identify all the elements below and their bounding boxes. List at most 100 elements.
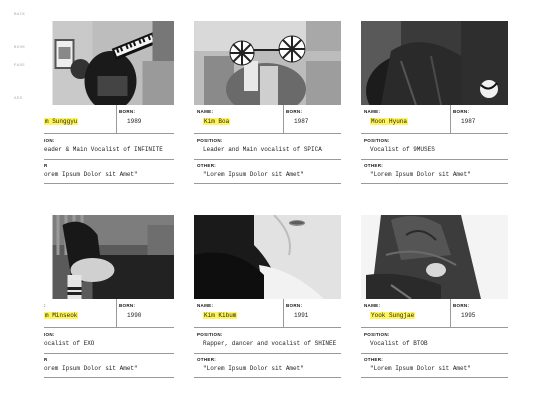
column-divider (116, 299, 117, 327)
born-label: BORN: (453, 109, 470, 114)
position-label: POSITION: (197, 138, 223, 143)
person-with-flag-glasses-photo (194, 21, 341, 105)
other-value: "Lorem Ipsum Dolor sit Amet" (203, 171, 304, 178)
profile-info: m Sunggyu BORN: 1989 ION: eader & Main V… (44, 105, 174, 184)
name-value: Moon Hyuna (370, 118, 409, 125)
person-in-jacket-photo (361, 215, 508, 299)
other-row: OTHER: "Lorem Ipsum Dolor sit Amet" (194, 160, 341, 184)
profile-photo (361, 215, 508, 299)
column-divider (283, 105, 284, 133)
profile-card[interactable]: m Sunggyu BORN: 1989 ION: eader & Main V… (44, 21, 174, 201)
born-value: 1991 (294, 312, 309, 319)
nav-page-link[interactable]: PAGE (14, 64, 25, 68)
profile-info: NAME: Yook Sungjae BORN: 1995 POSITION: … (361, 299, 508, 378)
other-row: OTHER: "Lorem Ipsum Dolor sit Amet" (361, 354, 508, 378)
other-value: "Lorem Ipsum Dolor sit Amet" (203, 365, 304, 372)
position-value: ocalist of EXO (44, 340, 95, 347)
other-label: OTHER: (197, 163, 217, 168)
column-divider (116, 105, 117, 133)
other-value: "Lorem Ipsum Dolor sit Amet" (370, 171, 471, 178)
profile-card[interactable]: : m Minseok BORN: 1990 ION: ocalist of E… (44, 215, 174, 395)
born-label: BORN: (119, 303, 136, 308)
other-label: OTHER: (364, 163, 384, 168)
person-seated-photo (52, 215, 174, 299)
nav-back-link[interactable]: BACK (14, 13, 25, 17)
profile-info: NAME: Moon Hyuna BORN: 1987 POSITION: Vo… (361, 105, 508, 184)
position-row: POSITION: Vocalist of 9MUSES (361, 134, 508, 160)
position-value: Rapper, dancer and vocalist of SHINEE (203, 340, 337, 347)
name-value: m Minseok (44, 312, 79, 319)
name-value: Kim Kibum (203, 312, 238, 319)
other-label: R (44, 357, 48, 362)
position-value: Vocalist of 9MUSES (370, 146, 435, 153)
born-value: 1990 (127, 312, 142, 319)
person-with-keyboard-photo (52, 21, 174, 105)
nav-add-link[interactable]: ADD (14, 97, 22, 101)
position-value: Vocalist of BTOB (370, 340, 428, 347)
column-divider (450, 299, 451, 327)
other-row: R orem Ipsum Dolor sit Amet" (44, 354, 174, 378)
born-value: 1987 (461, 118, 476, 125)
profile-info: : m Minseok BORN: 1990 ION: ocalist of E… (44, 299, 174, 378)
profile-info: NAME: Kim Kibum BORN: 1991 POSITION: Rap… (194, 299, 341, 378)
position-label: ION: (44, 332, 55, 337)
profile-card[interactable]: NAME: Kim Kibum BORN: 1991 POSITION: Rap… (194, 215, 341, 395)
profile-info: NAME: Kim Boa BORN: 1987 POSITION: Leade… (194, 105, 341, 184)
profile-photo (361, 21, 508, 105)
profile-photo (44, 21, 174, 105)
position-label: POSITION: (197, 332, 223, 337)
name-label: NAME: (197, 303, 214, 308)
position-row: ION: ocalist of EXO (44, 328, 174, 354)
name-label: NAME: (364, 109, 381, 114)
profile-card[interactable]: NAME: Yook Sungjae BORN: 1995 POSITION: … (361, 215, 508, 395)
born-label: BORN: (453, 303, 470, 308)
name-born-row: NAME: Moon Hyuna BORN: 1987 (361, 105, 508, 134)
other-label: OTHER: (197, 357, 217, 362)
position-row: ION: eader & Main Vocalist of INFINITE (44, 134, 174, 160)
name-born-row: NAME: Kim Kibum BORN: 1991 (194, 299, 341, 328)
born-value: 1987 (294, 118, 309, 125)
profile-card[interactable]: NAME: Moon Hyuna BORN: 1987 POSITION: Vo… (361, 21, 508, 201)
other-label: R (44, 163, 48, 168)
name-label: NAME: (364, 303, 381, 308)
profile-photo (194, 21, 341, 105)
born-value: 1995 (461, 312, 476, 319)
name-value: Yook Sungjae (370, 312, 416, 319)
position-label: POSITION: (364, 332, 390, 337)
profile-photo (44, 215, 174, 299)
other-row: OTHER: "Lorem Ipsum Dolor sit Amet" (194, 354, 341, 378)
name-label: NAME: (197, 109, 214, 114)
born-label: BORN: (286, 109, 303, 114)
position-value: Leader and Main vocalist of SPICA (203, 146, 322, 153)
name-value: m Sunggyu (44, 118, 79, 125)
position-row: POSITION: Vocalist of BTOB (361, 328, 508, 354)
other-value: "Lorem Ipsum Dolor sit Amet" (370, 365, 471, 372)
name-born-row: NAME: Yook Sungjae BORN: 1995 (361, 299, 508, 328)
other-row: OTHER: "Lorem Ipsum Dolor sit Amet" (361, 160, 508, 184)
person-in-leather-jacket-photo (361, 21, 508, 105)
position-label: ION: (44, 138, 55, 143)
side-nav: BACK BOOK PAGE ADD (0, 0, 44, 405)
name-value: Kim Boa (203, 118, 231, 125)
profile-photo (194, 215, 341, 299)
name-born-row: m Sunggyu BORN: 1989 (44, 105, 174, 134)
column-divider (450, 105, 451, 133)
born-value: 1989 (127, 118, 142, 125)
profile-card[interactable]: NAME: Kim Boa BORN: 1987 POSITION: Leade… (194, 21, 341, 201)
position-label: POSITION: (364, 138, 390, 143)
name-label: : (44, 303, 46, 308)
position-row: POSITION: Rapper, dancer and vocalist of… (194, 328, 341, 354)
name-born-row: : m Minseok BORN: 1990 (44, 299, 174, 328)
nav-book-link[interactable]: BOOK (14, 46, 25, 50)
born-label: BORN: (119, 109, 136, 114)
name-born-row: NAME: Kim Boa BORN: 1987 (194, 105, 341, 134)
column-divider (283, 299, 284, 327)
position-value: eader & Main Vocalist of INFINITE (44, 146, 163, 153)
position-row: POSITION: Leader and Main vocalist of SP… (194, 134, 341, 160)
other-row: R orem Ipsum Dolor sit Amet" (44, 160, 174, 184)
other-value: orem Ipsum Dolor sit Amet" (44, 365, 138, 372)
other-label: OTHER: (364, 357, 384, 362)
born-label: BORN: (286, 303, 303, 308)
other-value: orem Ipsum Dolor sit Amet" (44, 171, 138, 178)
person-lips-shoulder-photo (194, 215, 341, 299)
